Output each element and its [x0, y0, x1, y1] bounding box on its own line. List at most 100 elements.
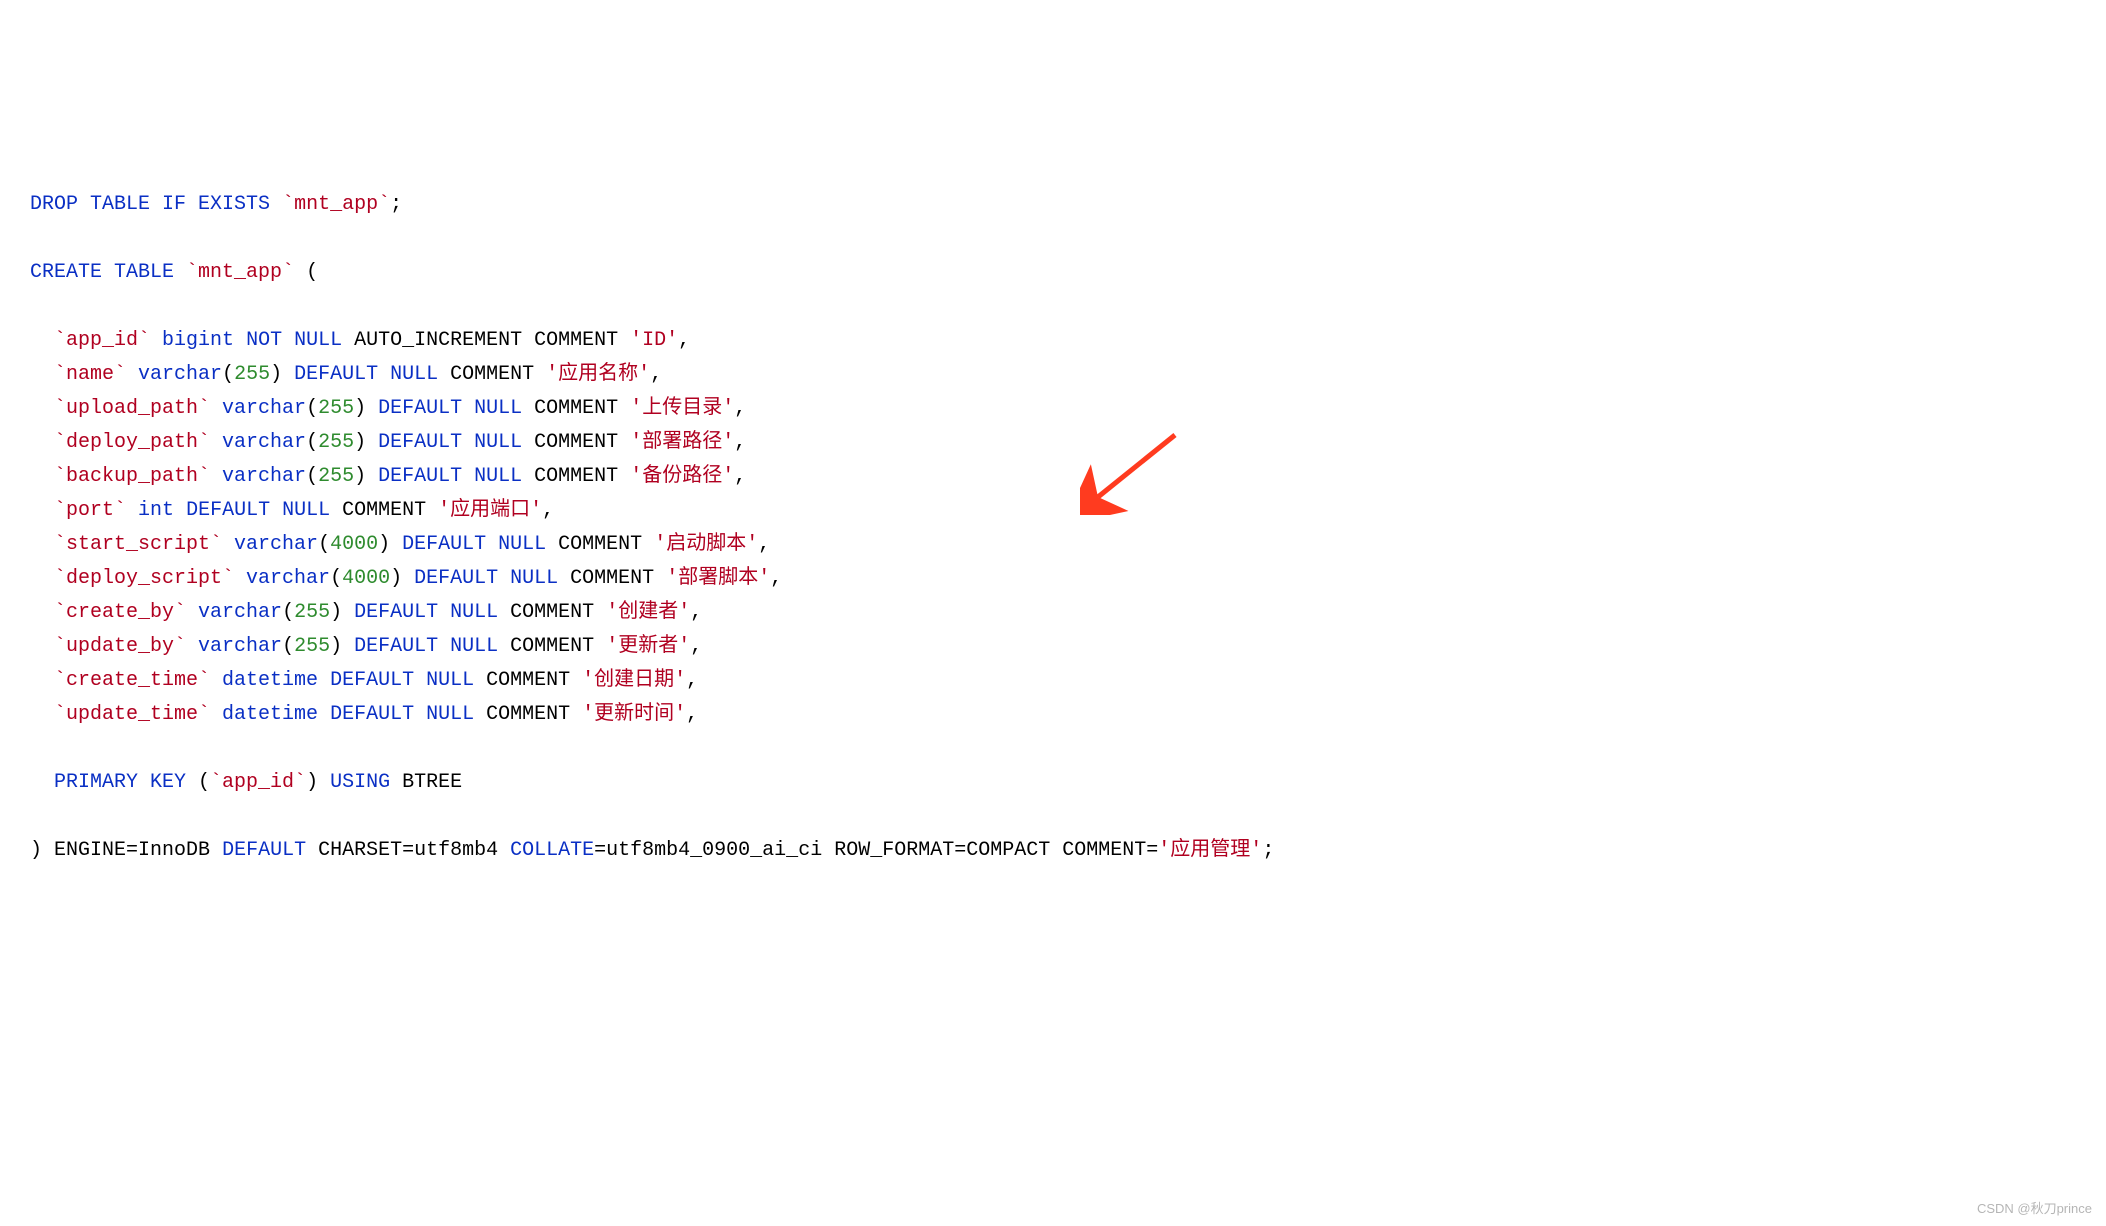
column-comment-string: '创建日期' [582, 669, 686, 692]
column-comment-string: '更新时间' [582, 703, 686, 726]
keyword: DROP TABLE IF EXISTS [30, 193, 270, 216]
column-name: `update_by` [54, 635, 186, 658]
column-constraint: NOT NULL [246, 329, 342, 352]
watermark-text: CSDN @秋刀prince [1977, 1198, 2092, 1220]
sql-code-block: DROP TABLE IF EXISTS `mnt_app`; CREATE T… [30, 154, 2076, 902]
column-comment-string: '启动脚本' [654, 533, 758, 556]
comma: , [650, 363, 662, 386]
pk-col: `app_id` [210, 771, 306, 794]
column-comment-string: '创建者' [606, 601, 690, 624]
column-extra: COMMENT [342, 499, 438, 522]
table-name: `mnt_app` [186, 261, 294, 284]
comma: , [542, 499, 554, 522]
comma: , [686, 703, 698, 726]
sql-column-line: `app_id` bigint NOT NULL AUTO_INCREMENT … [30, 324, 2076, 358]
semicolon: ; [390, 193, 402, 216]
semicolon: ; [1262, 839, 1274, 862]
column-comment-string: '部署脚本' [666, 567, 770, 590]
column-extra: COMMENT [486, 703, 582, 726]
comma: , [734, 397, 746, 420]
column-comment-string: 'ID' [630, 329, 678, 352]
column-type: varchar [222, 397, 306, 420]
column-size: 255 [294, 601, 330, 624]
sql-line-tail: ) ENGINE=InnoDB DEFAULT CHARSET=utf8mb4 … [30, 834, 2076, 868]
column-constraint: DEFAULT NULL [294, 363, 438, 386]
column-size: 4000 [330, 533, 378, 556]
column-name: `update_time` [54, 703, 210, 726]
sql-column-line: `update_time` datetime DEFAULT NULL COMM… [30, 698, 2076, 732]
column-name: `app_id` [54, 329, 150, 352]
column-extra: COMMENT [450, 363, 546, 386]
column-size: 255 [234, 363, 270, 386]
column-size: 255 [294, 635, 330, 658]
column-name: `deploy_script` [54, 567, 234, 590]
column-constraint: DEFAULT NULL [378, 431, 522, 454]
column-constraint: DEFAULT NULL [378, 465, 522, 488]
columns-container: `app_id` bigint NOT NULL AUTO_INCREMENT … [30, 324, 2076, 732]
column-type: varchar [234, 533, 318, 556]
column-constraint: DEFAULT NULL [402, 533, 546, 556]
sql-column-line: `backup_path` varchar(255) DEFAULT NULL … [30, 460, 2076, 494]
column-type: varchar [198, 601, 282, 624]
sql-line-drop: DROP TABLE IF EXISTS `mnt_app`; [30, 188, 2076, 222]
column-type: varchar [198, 635, 282, 658]
column-name: `start_script` [54, 533, 222, 556]
column-name: `upload_path` [54, 397, 210, 420]
column-constraint: DEFAULT NULL [330, 703, 474, 726]
sql-column-line: `name` varchar(255) DEFAULT NULL COMMENT… [30, 358, 2076, 392]
column-comment-string: '上传目录' [630, 397, 734, 420]
column-name: `create_time` [54, 669, 210, 692]
column-extra: COMMENT [558, 533, 654, 556]
comma: , [758, 533, 770, 556]
comma: , [770, 567, 782, 590]
sql-column-line: `create_time` datetime DEFAULT NULL COMM… [30, 664, 2076, 698]
column-extra: COMMENT [510, 635, 606, 658]
column-extra: COMMENT [534, 465, 630, 488]
column-name: `backup_path` [54, 465, 210, 488]
column-extra: AUTO_INCREMENT COMMENT [354, 329, 630, 352]
column-type: datetime [222, 703, 318, 726]
column-comment-string: '部署路径' [630, 431, 734, 454]
column-extra: COMMENT [486, 669, 582, 692]
column-name: `name` [54, 363, 126, 386]
column-constraint: DEFAULT NULL [378, 397, 522, 420]
column-size: 255 [318, 431, 354, 454]
keyword: PRIMARY KEY [54, 771, 186, 794]
comma: , [678, 329, 690, 352]
sql-column-line: `create_by` varchar(255) DEFAULT NULL CO… [30, 596, 2076, 630]
sql-column-line: `deploy_path` varchar(255) DEFAULT NULL … [30, 426, 2076, 460]
column-extra: COMMENT [510, 601, 606, 624]
column-extra: COMMENT [570, 567, 666, 590]
comment-string: '应用管理' [1158, 839, 1262, 862]
keyword: DEFAULT [222, 839, 306, 862]
keyword: CREATE TABLE [30, 261, 174, 284]
sql-column-line: `update_by` varchar(255) DEFAULT NULL CO… [30, 630, 2076, 664]
column-size: 4000 [342, 567, 390, 590]
column-name: `create_by` [54, 601, 186, 624]
column-type: varchar [222, 465, 306, 488]
column-constraint: DEFAULT NULL [330, 669, 474, 692]
column-type: int [138, 499, 174, 522]
column-size: 255 [318, 397, 354, 420]
sql-column-line: `port` int DEFAULT NULL COMMENT '应用端口', [30, 494, 2076, 528]
column-constraint: DEFAULT NULL [354, 635, 498, 658]
column-comment-string: '更新者' [606, 635, 690, 658]
comma: , [690, 601, 702, 624]
comma: , [686, 669, 698, 692]
sql-line-pk: PRIMARY KEY (`app_id`) USING BTREE [30, 766, 2076, 800]
column-name: `port` [54, 499, 126, 522]
column-type: datetime [222, 669, 318, 692]
sql-column-line: `start_script` varchar(4000) DEFAULT NUL… [30, 528, 2076, 562]
sql-column-line: `deploy_script` varchar(4000) DEFAULT NU… [30, 562, 2076, 596]
column-comment-string: '应用端口' [438, 499, 542, 522]
column-name: `deploy_path` [54, 431, 210, 454]
column-comment-string: '应用名称' [546, 363, 650, 386]
open-paren: ( [294, 261, 318, 284]
column-type: varchar [138, 363, 222, 386]
comma: , [734, 431, 746, 454]
column-constraint: DEFAULT NULL [186, 499, 330, 522]
column-type: bigint [162, 329, 234, 352]
sql-line-create: CREATE TABLE `mnt_app` ( [30, 256, 2076, 290]
column-extra: COMMENT [534, 397, 630, 420]
column-extra: COMMENT [534, 431, 630, 454]
